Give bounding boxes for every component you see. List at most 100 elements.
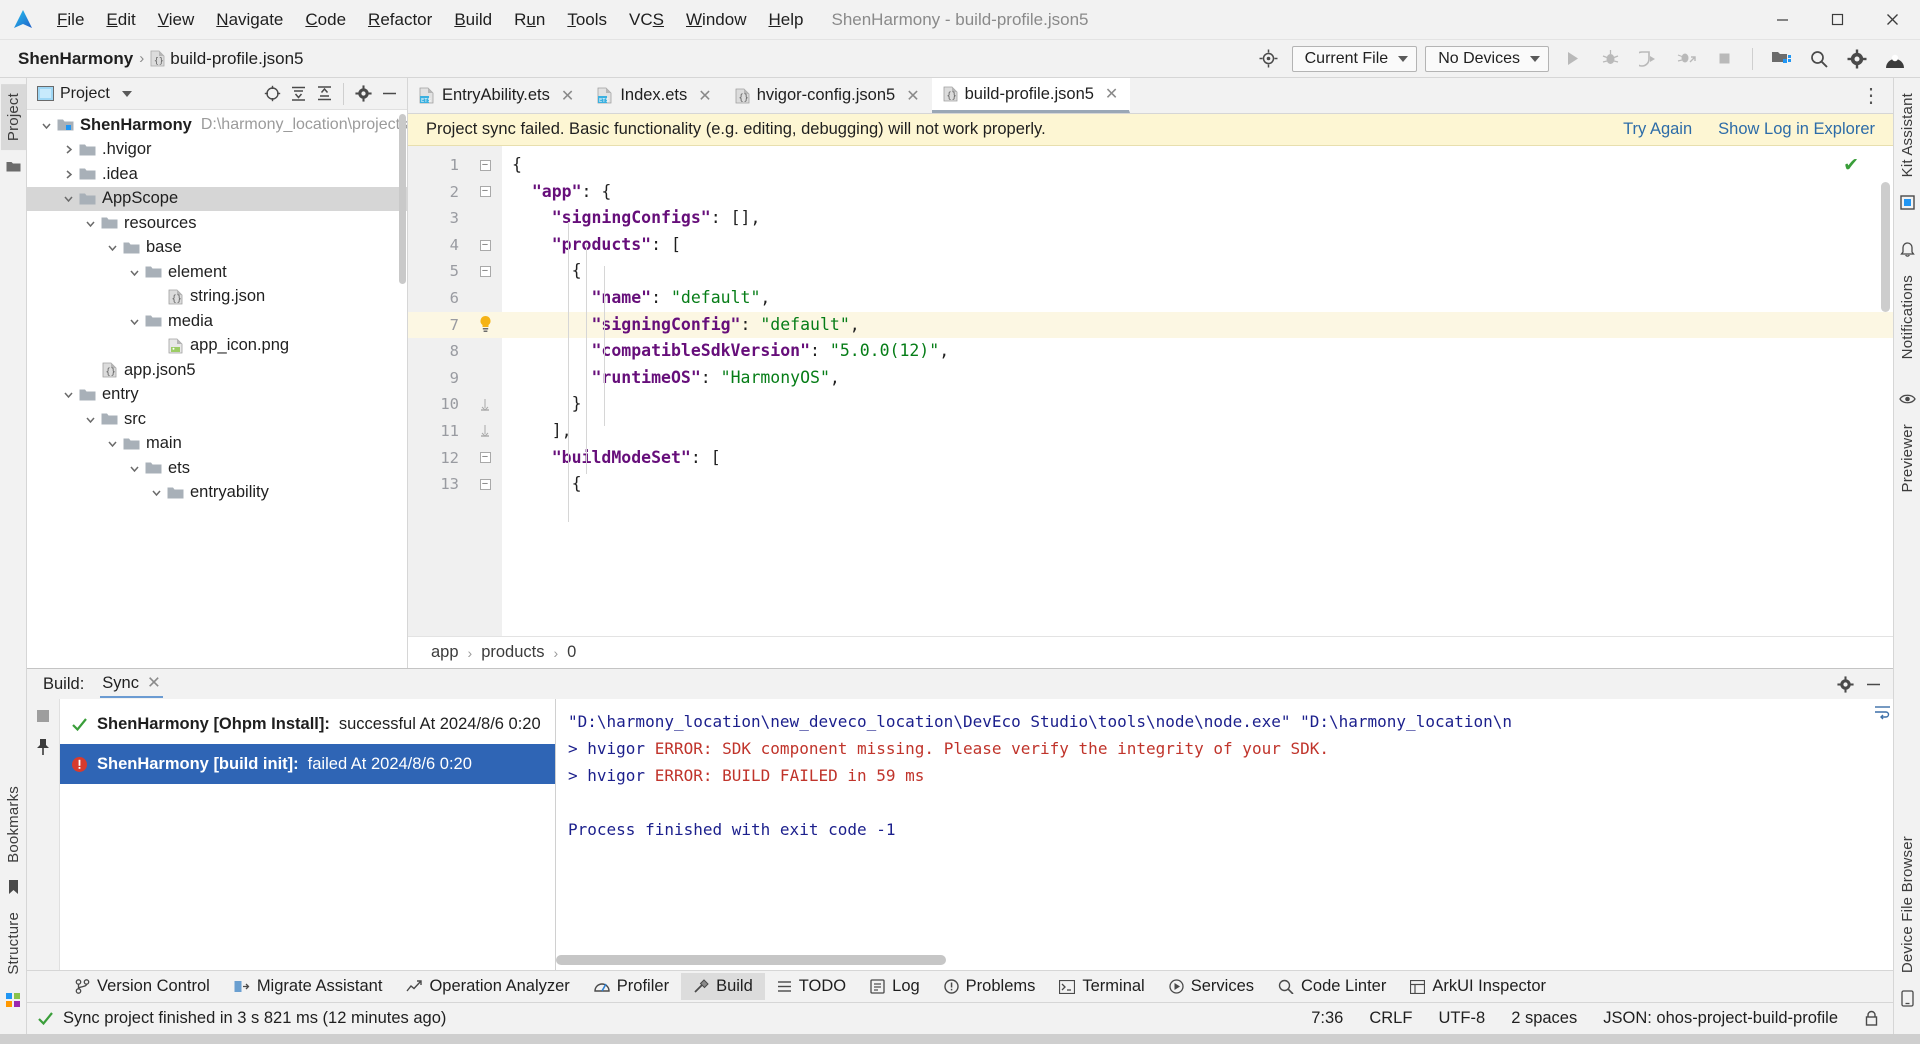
tool-window-arkui-inspector[interactable]: ArkUI Inspector: [1398, 973, 1558, 1000]
chevron-down-icon[interactable]: [129, 463, 144, 474]
editor-tab-index-ets[interactable]: ETS Index.ets ✕: [586, 78, 723, 113]
lock-icon[interactable]: [1864, 1010, 1879, 1027]
chevron-down-icon[interactable]: [85, 414, 100, 425]
project-tree[interactable]: ShenHarmony D:\harmony_location\projects\…: [27, 110, 407, 668]
intention-bulb-icon[interactable]: [468, 311, 502, 339]
caret-position[interactable]: 7:36: [1311, 1009, 1343, 1028]
tree-node-element[interactable]: element: [27, 260, 407, 285]
tree-node-main[interactable]: main: [27, 432, 407, 457]
editor-tab-build-profile-json5[interactable]: {} build-profile.json5 ✕: [931, 78, 1131, 113]
tool-window-operation-analyzer[interactable]: Operation Analyzer: [394, 973, 581, 1000]
fold-toggle-icon[interactable]: −: [468, 152, 502, 179]
stop-icon[interactable]: [35, 708, 51, 724]
editor-tab-entryability-ets[interactable]: ETS EntryAbility.ets ✕: [408, 78, 586, 113]
tree-node-src[interactable]: src: [27, 407, 407, 432]
account-icon[interactable]: [1880, 45, 1910, 73]
fold-toggle-icon[interactable]: −: [468, 179, 502, 206]
code-editor[interactable]: 1 2 3 4 5 6 7 8 9 10 11 12 13 − − − − − − { "app": { "sig…: [408, 146, 1893, 636]
file-encoding[interactable]: UTF-8: [1438, 1009, 1485, 1028]
console-horizontal-scrollbar[interactable]: [556, 955, 946, 965]
json-schema[interactable]: JSON: ohos-project-build-profile: [1603, 1009, 1838, 1028]
expand-all-icon[interactable]: [286, 82, 310, 106]
profile-icon[interactable]: [1633, 45, 1663, 73]
stop-icon[interactable]: [1709, 45, 1739, 73]
sidebar-item-structure[interactable]: Structure: [1, 903, 26, 984]
indent-setting[interactable]: 2 spaces: [1511, 1009, 1577, 1028]
fold-toggle-icon[interactable]: −: [468, 471, 502, 498]
settings-icon[interactable]: [1833, 672, 1857, 696]
fold-gutter[interactable]: − − − − − −: [468, 146, 502, 636]
fold-toggle-icon[interactable]: −: [468, 445, 502, 472]
tree-node-entryability[interactable]: entryability: [27, 481, 407, 506]
minimize-button[interactable]: [1755, 0, 1810, 40]
chevron-down-icon[interactable]: [107, 242, 122, 253]
chevron-down-icon[interactable]: [151, 487, 166, 498]
run-configuration-selector[interactable]: Current File: [1291, 45, 1418, 72]
tool-window-profiler[interactable]: Profiler: [582, 973, 681, 1000]
breadcrumb-file[interactable]: {} build-profile.json5: [150, 49, 304, 69]
editor-tab-hvigor-config-json5[interactable]: {} hvigor-config.json5 ✕: [724, 78, 932, 113]
debug-icon[interactable]: [1595, 45, 1625, 73]
build-results-list[interactable]: ShenHarmony [Ohpm Install]: successful At…: [60, 699, 555, 970]
sidebar-item-notifications[interactable]: Notifications: [1895, 266, 1920, 368]
tool-window-services[interactable]: Services: [1157, 973, 1266, 1000]
show-log-in-explorer-link[interactable]: Show Log in Explorer: [1718, 120, 1875, 139]
tree-node-appscope[interactable]: AppScope: [27, 186, 407, 211]
close-icon[interactable]: ✕: [698, 86, 711, 106]
close-icon[interactable]: ✕: [561, 86, 574, 106]
gear-icon[interactable]: [1842, 45, 1872, 73]
target-icon[interactable]: [1254, 45, 1284, 73]
tree-node-string-json[interactable]: {} string.json: [27, 285, 407, 310]
editor-tabs-options-icon[interactable]: ⋮: [1849, 78, 1893, 113]
menu-item-edit[interactable]: Edit: [95, 6, 146, 34]
chevron-down-icon[interactable]: [129, 316, 144, 327]
tool-window-terminal[interactable]: Terminal: [1047, 973, 1156, 1000]
tool-window-log[interactable]: Log: [858, 973, 932, 1000]
menu-item-code[interactable]: Code: [294, 6, 357, 34]
device-selector[interactable]: No Devices: [1425, 45, 1549, 72]
tree-node-app-icon-png[interactable]: app_icon.png: [27, 334, 407, 359]
tree-node--idea[interactable]: .idea: [27, 162, 407, 187]
menu-item-window[interactable]: Window: [675, 6, 757, 34]
tool-window-migrate-assistant[interactable]: Migrate Assistant: [222, 973, 395, 1000]
menu-item-help[interactable]: Help: [757, 6, 814, 34]
sidebar-item-bookmarks[interactable]: Bookmarks: [1, 777, 26, 872]
close-icon[interactable]: ✕: [1105, 84, 1118, 104]
tool-window-problems[interactable]: Problems: [932, 973, 1048, 1000]
menu-item-build[interactable]: Build: [443, 6, 503, 34]
tree-node-entry[interactable]: entry: [27, 383, 407, 408]
soft-wrap-icon[interactable]: [1874, 705, 1891, 720]
tool-window-build[interactable]: Build: [681, 973, 765, 1000]
build-tab-sync[interactable]: Sync ✕: [100, 670, 163, 698]
tool-window-code-linter[interactable]: Code Linter: [1266, 973, 1398, 1000]
tree-node--hvigor[interactable]: .hvigor: [27, 138, 407, 163]
previewer-eye-icon[interactable]: [1897, 389, 1917, 409]
sidebar-item-project[interactable]: Project: [0, 84, 26, 151]
search-icon[interactable]: [1804, 45, 1834, 73]
chevron-down-icon[interactable]: [107, 438, 122, 449]
close-icon[interactable]: ✕: [906, 86, 919, 106]
project-structure-icon[interactable]: [1766, 45, 1796, 73]
fold-toggle-icon[interactable]: [468, 418, 502, 445]
editor-scrollbar[interactable]: [1881, 182, 1890, 312]
breadcrumb-project-name[interactable]: ShenHarmony: [18, 49, 133, 69]
tree-node-media[interactable]: media: [27, 309, 407, 334]
hide-panel-icon[interactable]: [377, 82, 401, 106]
sidebar-item-kit-assistant[interactable]: Kit Assistant: [1895, 84, 1920, 186]
tree-node-app-json5[interactable]: {} app.json5: [27, 358, 407, 383]
tree-scrollbar[interactable]: [399, 114, 406, 284]
breadcrumb-segment[interactable]: app: [431, 643, 459, 662]
build-console[interactable]: "D:\harmony_location\new_deveco_location…: [556, 699, 1893, 970]
tree-node-ets[interactable]: ets: [27, 456, 407, 481]
tool-window-version-control[interactable]: Version Control: [63, 973, 222, 1000]
line-separator[interactable]: CRLF: [1369, 1009, 1412, 1028]
build-result-row[interactable]: ShenHarmony [Ohpm Install]: successful At…: [60, 704, 555, 744]
chevron-down-icon[interactable]: [129, 267, 144, 278]
try-again-link[interactable]: Try Again: [1623, 120, 1692, 139]
build-result-row[interactable]: ShenHarmony [build init]: failed At 2024/…: [60, 744, 555, 784]
tool-window-todo[interactable]: TODO: [765, 973, 858, 1000]
fold-toggle-icon[interactable]: −: [468, 232, 502, 259]
fold-toggle-icon[interactable]: [468, 391, 502, 418]
run-icon[interactable]: [1557, 45, 1587, 73]
menu-item-file[interactable]: File: [46, 6, 95, 34]
